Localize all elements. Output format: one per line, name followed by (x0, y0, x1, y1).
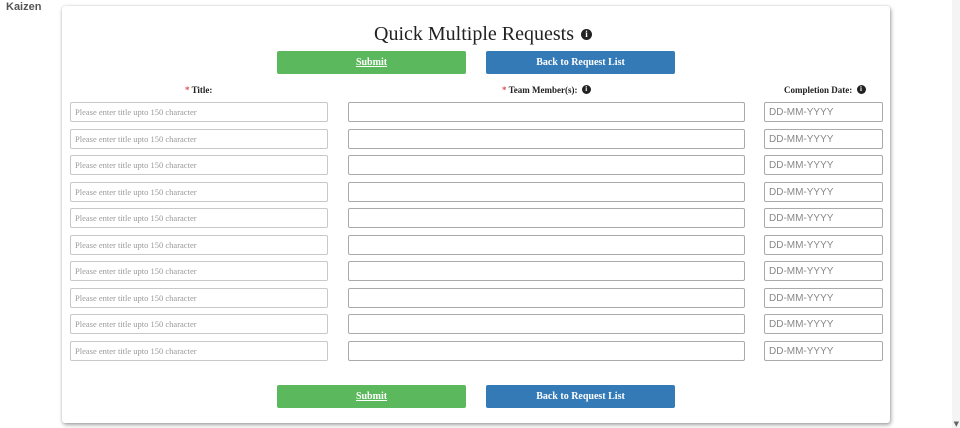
info-icon[interactable]: i (856, 85, 866, 95)
title-input[interactable] (70, 182, 328, 202)
info-icon[interactable]: i (581, 85, 591, 95)
completion-date-input[interactable] (764, 314, 883, 334)
title-input[interactable] (70, 288, 328, 308)
back-to-request-list-button-top[interactable]: Back to Request List (486, 51, 675, 74)
title-input[interactable] (70, 129, 328, 149)
team-members-input[interactable] (348, 102, 745, 122)
completion-date-input[interactable] (764, 155, 883, 175)
submit-button-label: Submit (355, 391, 388, 402)
team-members-input[interactable] (348, 288, 745, 308)
team-members-input[interactable] (348, 182, 745, 202)
completion-date-input[interactable] (764, 341, 883, 361)
team-members-input[interactable] (348, 341, 745, 361)
team-members-input[interactable] (348, 208, 745, 228)
submit-button-label: Submit (355, 57, 388, 68)
completion-date-input[interactable] (764, 182, 883, 202)
column-header-team-members: * Team Member(s): i (502, 85, 591, 95)
completion-date-input[interactable] (764, 208, 883, 228)
back-to-request-list-button-bottom[interactable]: Back to Request List (486, 385, 675, 408)
team-members-input[interactable] (348, 235, 745, 255)
submit-button-top[interactable]: Submit (277, 51, 466, 74)
completion-date-input[interactable] (764, 129, 883, 149)
required-mark: * (185, 85, 190, 95)
completion-date-input[interactable] (764, 261, 883, 281)
team-members-input[interactable] (348, 261, 745, 281)
page-title-text: Quick Multiple Requests (374, 23, 574, 45)
page-title: Quick Multiple Requests i (374, 23, 592, 46)
completion-date-input[interactable] (764, 235, 883, 255)
required-mark: * (502, 85, 507, 95)
team-members-input[interactable] (348, 129, 745, 149)
column-header-title: * Title: (185, 85, 212, 95)
title-input[interactable] (70, 261, 328, 281)
title-header-label: Title: (191, 85, 213, 95)
column-header-completion-date: Completion Date: i (784, 85, 866, 95)
completion-date-input[interactable] (764, 102, 883, 122)
info-icon[interactable]: i (580, 28, 592, 40)
title-input[interactable] (70, 314, 328, 334)
quick-requests-card: Quick Multiple Requests i Submit Back to… (62, 6, 890, 423)
title-input[interactable] (70, 235, 328, 255)
completion-date-header-label: Completion Date: (784, 85, 853, 95)
team-members-input[interactable] (348, 314, 745, 334)
title-input[interactable] (70, 341, 328, 361)
app-name: Kaizen (6, 1, 42, 13)
page-scrollbar[interactable] (952, 0, 960, 428)
title-input[interactable] (70, 208, 328, 228)
submit-button-bottom[interactable]: Submit (277, 385, 466, 408)
title-input[interactable] (70, 102, 328, 122)
back-button-label: Back to Request List (536, 57, 625, 68)
completion-date-input[interactable] (764, 288, 883, 308)
team-members-input[interactable] (348, 155, 745, 175)
scroll-down-arrow-icon[interactable]: ▼ (954, 420, 959, 428)
team-members-header-label: Team Member(s): (508, 85, 578, 95)
back-button-label: Back to Request List (536, 391, 625, 402)
title-input[interactable] (70, 155, 328, 175)
